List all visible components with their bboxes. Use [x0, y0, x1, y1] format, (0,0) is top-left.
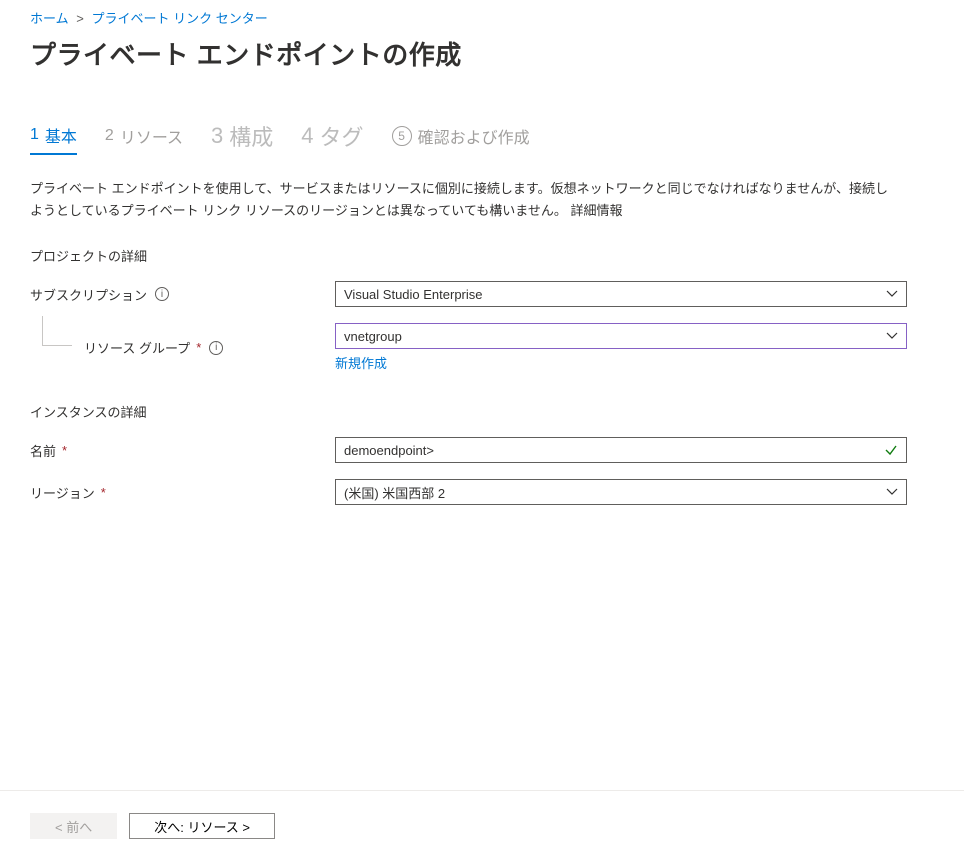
tab-resource-label: リソース — [120, 124, 183, 148]
tab-description: プライベート エンドポイントを使用して、サービスまたはリソースに個別に接続します… — [30, 178, 900, 222]
resource-group-select[interactable]: vnetgroup — [335, 323, 907, 349]
create-new-link[interactable]: 新規作成 — [335, 353, 387, 372]
indent-line — [42, 316, 72, 346]
tab-tags-label: タグ — [320, 120, 364, 152]
row-subscription: サブスクリプション i Visual Studio Enterprise — [30, 281, 964, 307]
tab-basics[interactable]: 1 基本 — [30, 123, 77, 155]
required-mark: * — [62, 443, 67, 458]
required-mark: * — [196, 340, 201, 355]
subscription-value: Visual Studio Enterprise — [344, 287, 483, 302]
tab-review-label: 確認および作成 — [418, 124, 530, 148]
tab-tags[interactable]: 4 タグ — [301, 120, 363, 158]
breadcrumb-home[interactable]: ホーム — [30, 11, 69, 26]
name-input[interactable]: demoendpoint> — [335, 437, 907, 463]
breadcrumb: ホーム > プライベート リンク センター — [30, 8, 964, 27]
tab-config-num: 3 — [211, 123, 223, 149]
check-icon — [884, 443, 898, 457]
label-resource-group: リソース グループ * i — [30, 338, 335, 357]
tab-resource-num: 2 — [105, 127, 114, 145]
tab-resource[interactable]: 2 リソース — [105, 124, 183, 154]
subscription-select[interactable]: Visual Studio Enterprise — [335, 281, 907, 307]
wizard-footer: < 前へ 次へ: リソース > — [0, 790, 964, 857]
next-button[interactable]: 次へ: リソース > — [129, 813, 275, 839]
section-project: プロジェクトの詳細 — [30, 246, 964, 265]
tab-basics-num: 1 — [30, 126, 39, 144]
info-icon[interactable]: i — [155, 287, 169, 301]
label-region: リージョン* — [30, 483, 335, 502]
required-mark: * — [101, 485, 106, 500]
wizard-tabs: 1 基本 2 リソース 3 構成 4 タグ 5 確認および作成 — [30, 120, 964, 158]
label-subscription: サブスクリプション i — [30, 285, 335, 304]
name-value: demoendpoint> — [344, 443, 434, 458]
page-title: プライベート エンドポイントの作成 — [30, 35, 964, 72]
tab-config[interactable]: 3 構成 — [211, 120, 273, 158]
chevron-down-icon — [886, 330, 898, 342]
region-value: (米国) 米国西部 2 — [344, 483, 445, 502]
tab-basics-label: 基本 — [45, 123, 77, 147]
tab-config-label: 構成 — [229, 120, 273, 152]
chevron-down-icon — [886, 486, 898, 498]
resource-group-value: vnetgroup — [344, 329, 402, 344]
breadcrumb-sep: > — [76, 11, 84, 26]
breadcrumb-link-center[interactable]: プライベート リンク センター — [91, 11, 267, 26]
tab-review[interactable]: 5 確認および作成 — [392, 124, 530, 154]
tab-review-num: 5 — [392, 126, 412, 146]
row-name: 名前 * demoendpoint> — [30, 437, 964, 463]
tab-tags-num: 4 — [301, 123, 313, 149]
chevron-down-icon — [886, 288, 898, 300]
region-select[interactable]: (米国) 米国西部 2 — [335, 479, 907, 505]
section-instance: インスタンスの詳細 — [30, 402, 964, 421]
row-resource-group: リソース グループ * i vnetgroup 新規作成 — [30, 323, 964, 372]
row-region: リージョン* (米国) 米国西部 2 — [30, 479, 964, 505]
info-icon[interactable]: i — [209, 341, 223, 355]
prev-button: < 前へ — [30, 813, 117, 839]
label-name: 名前 * — [30, 441, 335, 460]
